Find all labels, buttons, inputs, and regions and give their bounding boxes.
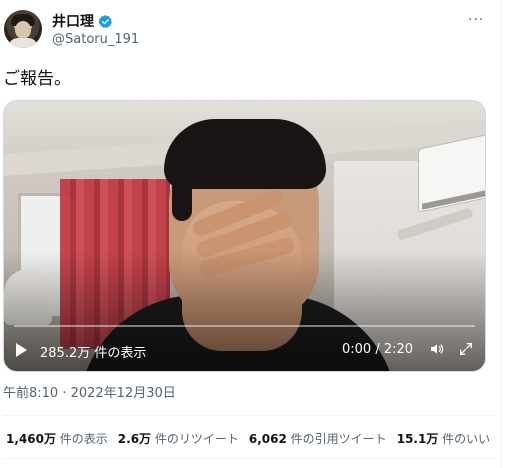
video-progress-bar[interactable] xyxy=(14,325,475,327)
author-name-row: 井口理 xyxy=(52,11,113,31)
stat-quote-tweets[interactable]: 6,062 件の引用ツイート xyxy=(249,430,387,447)
tweet-text: ご報告。 xyxy=(3,69,71,89)
fullscreen-icon[interactable] xyxy=(458,341,474,357)
play-icon[interactable] xyxy=(16,343,27,357)
divider xyxy=(3,415,496,416)
author-display-name[interactable]: 井口理 xyxy=(52,11,94,31)
stat-likes[interactable]: 15.1万 件のいい xyxy=(397,430,490,447)
scrollbar-area xyxy=(501,0,516,468)
stat-views[interactable]: 1,460万 件の表示 xyxy=(6,430,108,447)
verified-badge-icon xyxy=(98,14,113,28)
video-controls: 285.2万 件の表示 0:00 / 2:20 xyxy=(4,337,485,365)
tweet-timestamp[interactable]: 午前8:10 · 2022年12月30日 xyxy=(3,382,176,401)
video-time: 0:00 / 2:20 xyxy=(342,342,414,357)
tweet-stats: 1,460万 件の表示 2.6万 件のリツイート 6,062 件の引用ツイート … xyxy=(6,430,490,447)
divider xyxy=(3,458,496,459)
stat-retweets[interactable]: 2.6万 件のリツイート xyxy=(118,430,239,447)
video-player[interactable]: 285.2万 件の表示 0:00 / 2:20 xyxy=(3,100,486,372)
video-view-count: 285.2万 件の表示 xyxy=(40,346,147,361)
author-handle[interactable]: @Satoru_191 xyxy=(52,32,139,47)
more-icon[interactable]: ··· xyxy=(468,12,484,28)
volume-icon[interactable] xyxy=(428,341,446,357)
avatar[interactable] xyxy=(4,10,42,48)
